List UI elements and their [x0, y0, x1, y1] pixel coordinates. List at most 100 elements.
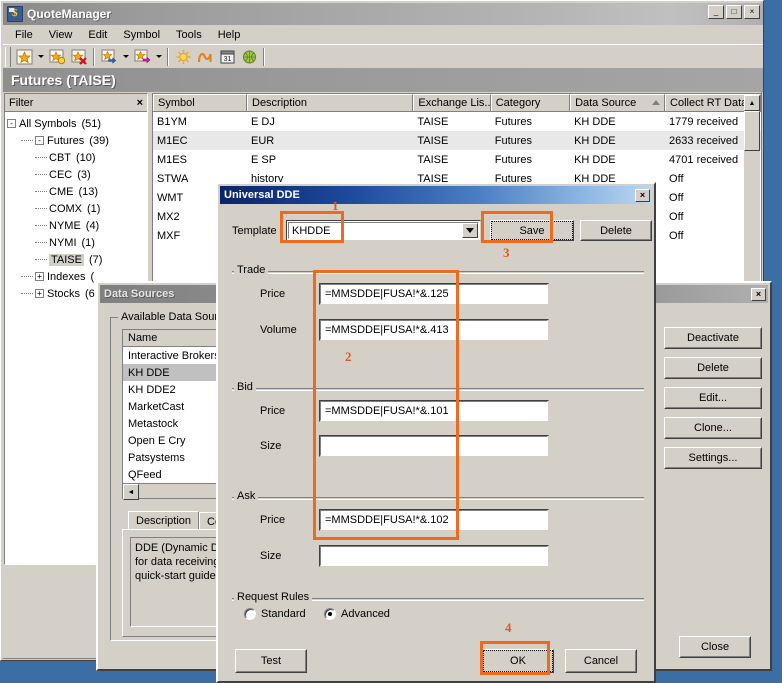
- template-value[interactable]: KHDDE: [288, 222, 479, 239]
- table-row[interactable]: M1ES E SP TAISE Futures KH DDE 4701 received: [153, 150, 761, 169]
- tree-item-cec[interactable]: CEC (3): [7, 166, 147, 183]
- test-button[interactable]: Test: [235, 649, 307, 673]
- edit-symbol-icon[interactable]: [46, 46, 68, 67]
- template-dropdown-button[interactable]: [462, 223, 478, 238]
- tree-item-taise[interactable]: TAISE (7): [7, 251, 147, 268]
- import-icon[interactable]: [98, 46, 120, 67]
- data-sources-titlebar-right[interactable]: ×: [655, 285, 768, 303]
- table-cell-category: Futures: [494, 134, 533, 147]
- table-row[interactable]: M1EC EUR TAISE Futures KH DDE 2633 received: [153, 131, 761, 150]
- close-button[interactable]: ×: [744, 5, 760, 19]
- tree-expander-icon[interactable]: -: [35, 136, 44, 145]
- ask-price-label: Price: [260, 514, 286, 526]
- settings-datasource-button[interactable]: Settings...: [664, 447, 762, 469]
- table-cell-description: E DJ: [251, 115, 275, 128]
- chart-icon[interactable]: [194, 46, 216, 67]
- grid-column-header-data-source[interactable]: Data Source: [570, 94, 666, 111]
- minimize-button[interactable]: _: [708, 5, 724, 19]
- universal-dde-titlebar[interactable]: Universal DDE ×: [220, 186, 652, 204]
- maximize-button[interactable]: □: [726, 5, 742, 19]
- tab-description[interactable]: Description: [128, 511, 200, 530]
- clone-datasource-button-label: Clone...: [665, 418, 761, 438]
- toolbar-grip[interactable]: [5, 46, 11, 67]
- tree-item-cbt[interactable]: CBT (10): [7, 149, 147, 166]
- menu-symbol[interactable]: Symbol: [115, 27, 168, 43]
- grid-column-header-exchange-lis[interactable]: Exchange Lis...: [413, 94, 491, 111]
- trade-price-input[interactable]: =MMSDDE|FUSA!*&.125: [320, 284, 548, 304]
- tree-item-comx[interactable]: COMX (1): [7, 200, 147, 217]
- grid-column-header-category[interactable]: Category: [490, 94, 571, 111]
- table-cell-category: Futures: [494, 153, 533, 166]
- export-icon[interactable]: [131, 46, 153, 67]
- export-dropdown-arrow[interactable]: [153, 46, 164, 67]
- standard-radio[interactable]: Standard: [244, 608, 306, 620]
- trade-volume-input[interactable]: =MMSDDE|FUSA!*&.413: [320, 320, 548, 340]
- clone-datasource-button[interactable]: Clone...: [664, 417, 762, 439]
- window-titlebar[interactable]: QuoteManager _ □ ×: [3, 3, 763, 25]
- tree-item-all-symbols[interactable]: - All Symbols (51): [7, 115, 147, 132]
- table-row[interactable]: B1YM E DJ TAISE Futures KH DDE 1779 received: [153, 112, 761, 131]
- menu-view[interactable]: View: [41, 27, 81, 43]
- svg-text:31: 31: [223, 56, 231, 63]
- ask-price-input[interactable]: =MMSDDE|FUSA!*&.102: [320, 510, 548, 530]
- delete-datasource-button[interactable]: Delete: [664, 357, 762, 379]
- bid-size-input[interactable]: [320, 436, 548, 456]
- bid-size-label: Size: [260, 440, 282, 452]
- grid-column-header-description[interactable]: Description: [247, 94, 414, 111]
- tree-expander-icon[interactable]: +: [35, 272, 44, 281]
- tree-expander-icon[interactable]: +: [35, 289, 44, 298]
- grid-column-header-label: Exchange Lis...: [418, 97, 491, 109]
- bid-price-input[interactable]: =MMSDDE|FUSA!*&.101: [320, 401, 548, 421]
- tree-item-count: (4): [85, 219, 100, 232]
- new-symbol-icon[interactable]: [13, 46, 35, 67]
- new-symbol-dropdown-arrow[interactable]: [35, 46, 46, 67]
- tree-connector: [35, 156, 47, 159]
- menu-edit[interactable]: Edit: [80, 27, 115, 43]
- list-scroll-left-button[interactable]: ◄: [123, 484, 139, 500]
- menubar: File View Edit Symbol Tools Help: [3, 25, 763, 44]
- import-dropdown-arrow[interactable]: [120, 46, 131, 67]
- filter-header: Filter ×: [5, 94, 147, 112]
- tree-item-label: CEC: [49, 168, 73, 181]
- universal-dde-close-icon[interactable]: ×: [635, 188, 650, 202]
- menu-tools[interactable]: Tools: [168, 27, 210, 43]
- edit-datasource-button-label: Edit...: [665, 388, 761, 408]
- available-data-sources-label: Available Data Sour: [118, 311, 222, 323]
- globe-icon[interactable]: [238, 46, 260, 67]
- table-cell-data-source: KH DDE: [574, 134, 616, 147]
- delete-template-button[interactable]: Delete: [580, 220, 652, 241]
- table-cell-symbol: M1ES: [157, 153, 187, 166]
- tree-item-label: Indexes: [47, 270, 86, 283]
- close-datasources-button[interactable]: Close: [679, 636, 751, 658]
- calendar-icon[interactable]: 31: [216, 46, 238, 67]
- template-combobox[interactable]: KHDDE: [286, 220, 481, 241]
- annotation-marker-1: 1: [332, 198, 339, 213]
- ok-button[interactable]: OK: [482, 649, 554, 673]
- data-sources-close-icon[interactable]: ×: [751, 287, 766, 301]
- filter-close-icon[interactable]: ×: [137, 97, 143, 109]
- deactivate-button[interactable]: Deactivate: [664, 327, 762, 349]
- save-template-button[interactable]: Save: [490, 220, 574, 241]
- scroll-up-button[interactable]: ▲: [744, 95, 760, 111]
- annotation-marker-2: 2: [345, 349, 352, 364]
- tree-item-label: TAISE: [49, 253, 84, 266]
- menu-file[interactable]: File: [7, 27, 41, 43]
- trade-group-label: Trade: [234, 264, 269, 276]
- tree-item-nyme[interactable]: NYME (4): [7, 217, 147, 234]
- tree-item-cme[interactable]: CME (13): [7, 183, 147, 200]
- tree-item-nymi[interactable]: NYMI (1): [7, 234, 147, 251]
- menu-help[interactable]: Help: [210, 27, 249, 43]
- sun-icon[interactable]: [172, 46, 194, 67]
- tree-item-futures[interactable]: - Futures (39): [7, 132, 147, 149]
- symbol-tree[interactable]: - All Symbols (51) - Futures (39) CBT (10) CEC (3…: [5, 112, 147, 302]
- cancel-button[interactable]: Cancel: [565, 649, 637, 673]
- grid-column-header-symbol[interactable]: Symbol: [153, 94, 247, 111]
- ask-group-label: Ask: [234, 490, 259, 502]
- vertical-scroll-thumb[interactable]: [744, 111, 760, 151]
- advanced-radio[interactable]: Advanced: [324, 608, 390, 620]
- ask-size-input[interactable]: [320, 546, 548, 566]
- tree-item-label: CBT: [49, 151, 71, 164]
- delete-symbol-icon[interactable]: [68, 46, 90, 67]
- tree-expander-icon[interactable]: -: [7, 119, 16, 128]
- edit-datasource-button[interactable]: Edit...: [664, 387, 762, 409]
